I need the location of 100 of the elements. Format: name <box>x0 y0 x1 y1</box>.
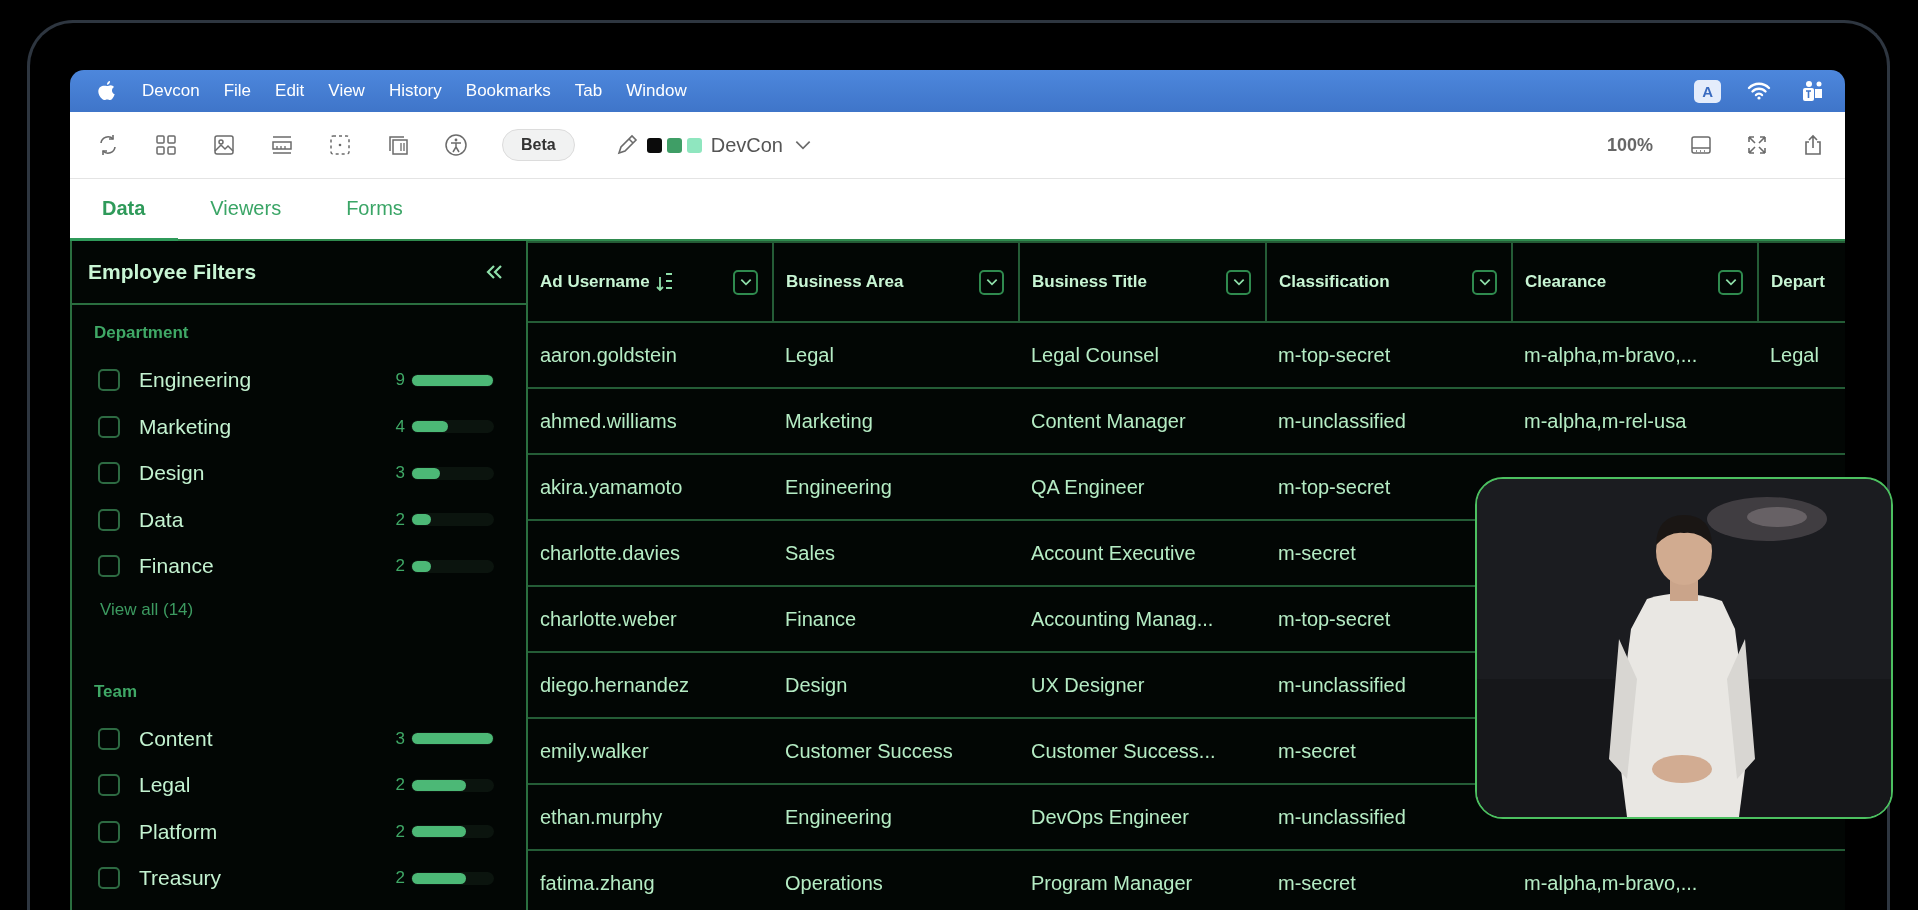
table-cell: ethan.murphy <box>528 784 773 850</box>
filter-count: 2 <box>394 868 405 889</box>
table-cell: Operations <box>773 850 1019 910</box>
zoom-level[interactable]: 100% <box>1606 134 1653 156</box>
table-cell: akira.yamamoto <box>528 454 773 520</box>
filter-dropdown-button[interactable] <box>1718 269 1743 295</box>
checkbox[interactable] <box>98 555 120 578</box>
column-title[interactable]: Classification <box>1279 272 1390 292</box>
menu-item[interactable]: Edit <box>263 81 317 101</box>
menu-item[interactable]: Window <box>614 81 699 101</box>
selection-icon[interactable] <box>328 133 352 157</box>
table-cell: Design <box>773 652 1019 718</box>
filter-count: 9 <box>394 370 405 391</box>
filter-group-title: Department <box>94 323 190 343</box>
table-cell: Engineering <box>773 454 1019 520</box>
people-icon <box>1801 80 1825 102</box>
table-cell: aaron.goldstein <box>528 322 773 388</box>
color-swatch[interactable] <box>646 137 662 153</box>
table-cell: Content Manager <box>1019 388 1266 454</box>
table-cell: m-unclassified <box>1266 388 1512 454</box>
table-cell: fatima.zhang <box>528 850 773 910</box>
table-cell: Account Executive <box>1019 520 1266 586</box>
table-cell: Customer Success... <box>1019 718 1266 784</box>
workspace-selector[interactable]: DevCon <box>710 133 783 157</box>
menu-item[interactable]: Tab <box>562 81 615 101</box>
table-cell: ahmed.williams <box>528 388 773 454</box>
table-cell: charlotte.weber <box>528 586 773 652</box>
filter-count: 4 <box>394 416 405 437</box>
filter-count: 2 <box>394 509 405 530</box>
ruler-icon[interactable] <box>270 133 294 157</box>
table-cell: Sales <box>773 520 1019 586</box>
filter-dropdown-button[interactable] <box>979 269 1004 295</box>
filter-dropdown-button[interactable] <box>733 269 758 295</box>
filter-label[interactable]: Treasury <box>139 866 385 891</box>
table-cell: QA Engineer <box>1019 454 1266 520</box>
input-source-indicator[interactable]: A <box>1694 79 1721 103</box>
grid-icon[interactable] <box>154 133 178 157</box>
table-cell: Customer Success <box>773 718 1019 784</box>
sort-icon[interactable] <box>655 271 674 293</box>
column-title[interactable]: Business Title <box>1032 272 1147 292</box>
table-cell: Engineering <box>773 784 1019 850</box>
filter-dropdown-button[interactable] <box>1226 269 1251 295</box>
filter-label[interactable]: Platform <box>139 819 385 844</box>
checkbox[interactable] <box>98 369 120 392</box>
checkbox[interactable] <box>98 508 120 531</box>
checkbox[interactable] <box>98 867 120 890</box>
menu-item[interactable]: File <box>211 81 264 101</box>
menu-item[interactable]: Devcon <box>130 81 212 101</box>
table-cell: UX Designer <box>1019 652 1266 718</box>
checkbox[interactable] <box>98 462 120 485</box>
filter-label[interactable]: Design <box>139 461 385 486</box>
panel-icon[interactable] <box>1689 133 1713 157</box>
filter-count: 3 <box>394 728 405 749</box>
sidebar-title: Employee Filters <box>88 260 257 284</box>
color-swatch[interactable] <box>666 137 682 153</box>
filter-label[interactable]: Marketing <box>139 414 385 439</box>
table-cell: m-secret <box>1266 850 1512 910</box>
layers-icon[interactable] <box>386 133 410 157</box>
column-title[interactable]: Business Area <box>786 272 904 292</box>
menu-item[interactable]: View <box>316 81 377 101</box>
column-title[interactable]: Ad Username <box>540 272 650 292</box>
filter-label[interactable]: Engineering <box>139 368 385 393</box>
table-cell: charlotte.davies <box>528 520 773 586</box>
table-cell: diego.hernandez <box>528 652 773 718</box>
table-cell: Legal Counsel <box>1019 322 1266 388</box>
filter-group-title: Team <box>94 681 139 702</box>
filter-label[interactable]: Content <box>139 726 385 751</box>
table-cell: Accounting Manag... <box>1019 586 1266 652</box>
image-icon[interactable] <box>212 133 236 157</box>
column-title[interactable]: Clearance <box>1525 272 1607 292</box>
filter-label[interactable]: Legal <box>139 773 385 798</box>
filter-dropdown-button[interactable] <box>1472 269 1497 295</box>
checkbox[interactable] <box>98 415 120 438</box>
fullscreen-icon[interactable] <box>1745 133 1769 157</box>
table-cell: emily.walker <box>528 718 773 784</box>
menu-item[interactable]: Bookmarks <box>453 81 563 101</box>
column-title[interactable]: Depart <box>1771 272 1825 292</box>
checkbox[interactable] <box>98 774 120 797</box>
apple-icon <box>98 80 116 102</box>
accessibility-icon[interactable] <box>444 133 468 157</box>
filter-count: 2 <box>394 556 405 577</box>
table-cell: Finance <box>773 586 1019 652</box>
filter-label[interactable]: Data <box>139 507 385 532</box>
table-cell: m-top-secret <box>1266 322 1512 388</box>
table-cell: Program Manager <box>1019 850 1266 910</box>
table-cell: m-alpha,m-bravo,... <box>1512 850 1758 910</box>
wifi-icon <box>1747 82 1771 100</box>
table-cell: m-alpha,m-bravo,... <box>1512 322 1758 388</box>
table-cell: m-alpha,m-rel-usa <box>1512 388 1758 454</box>
filter-count: 2 <box>394 775 405 796</box>
beta-button[interactable]: Beta <box>502 129 575 161</box>
checkbox[interactable] <box>98 727 120 750</box>
filter-label[interactable]: Finance <box>139 554 385 579</box>
view-all-link[interactable]: View all (14) <box>100 599 194 620</box>
table-cell: DevOps Engineer <box>1019 784 1266 850</box>
filter-count: 2 <box>394 821 405 842</box>
table-cell: Legal <box>1758 322 1845 388</box>
checkbox[interactable] <box>98 820 120 843</box>
menu-item[interactable]: History <box>376 81 454 101</box>
color-swatch[interactable] <box>686 137 702 153</box>
